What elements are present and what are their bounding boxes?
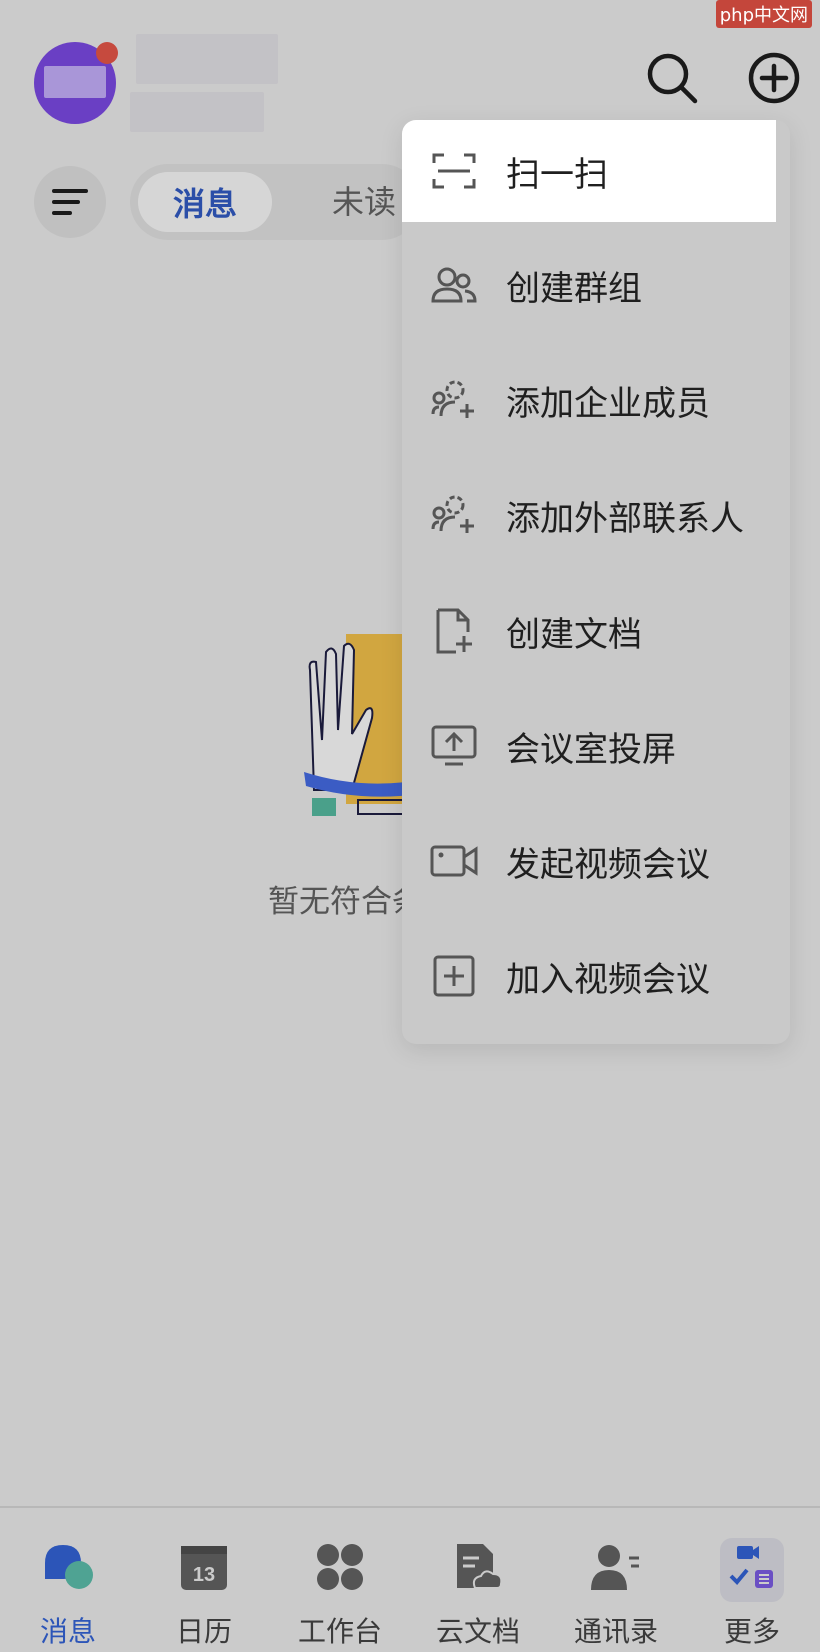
menu-item-create-group[interactable]: 创建群组 (402, 234, 790, 336)
watermark-logo: php中文网 (715, 0, 812, 28)
nav-label: 云文档 (435, 1615, 520, 1648)
menu-item-label: 添加企业成员 (506, 383, 710, 424)
menu-item-label: 扫一扫 (506, 154, 608, 195)
notification-dot (96, 42, 118, 64)
nav-label: 工作台 (297, 1615, 382, 1648)
menu-item-label: 创建群组 (506, 268, 642, 309)
user-name-redacted (136, 34, 278, 84)
nav-item-calendar[interactable]: 13 日历 (136, 1508, 272, 1652)
menu-item-room-screen-share[interactable]: 会议室投屏 (402, 695, 790, 797)
more-icon (725, 1540, 779, 1594)
contacts-icon (589, 1540, 643, 1594)
nav-item-more[interactable]: 更多 (684, 1508, 820, 1652)
message-filter-tabs: 消息 未读 (130, 164, 420, 240)
nav-label: 消息 (39, 1615, 96, 1648)
apps-icon (313, 1540, 367, 1594)
chat-icon (41, 1540, 95, 1594)
nav-item-workbench[interactable]: 工作台 (272, 1508, 408, 1652)
add-dropdown-menu: 扫一扫 创建群组 添加企业成员 添加外部联系人 创建文档 会议室投屏 发起视频会… (402, 120, 790, 1044)
filter-menu-button[interactable] (34, 166, 106, 238)
screen-share-icon (428, 720, 480, 772)
menu-item-create-doc[interactable]: 创建文档 (402, 580, 790, 682)
video-icon (428, 835, 480, 887)
search-icon (647, 53, 698, 104)
menu-item-label: 添加外部联系人 (506, 498, 744, 539)
add-contact-icon (428, 489, 480, 541)
nav-item-messages[interactable]: 消息 (0, 1508, 136, 1652)
nav-label: 通讯录 (573, 1615, 658, 1648)
nav-label: 更多 (723, 1615, 780, 1648)
calendar-date: 13 (193, 1564, 215, 1586)
menu-item-label: 加入视频会议 (506, 959, 710, 1000)
nav-item-contacts[interactable]: 通讯录 (548, 1508, 684, 1652)
menu-item-add-member[interactable]: 添加企业成员 (402, 349, 790, 451)
avatar[interactable] (34, 42, 118, 124)
tab-unread[interactable]: 未读 (332, 178, 396, 226)
menu-item-label: 发起视频会议 (506, 844, 710, 885)
menu-item-label: 会议室投屏 (506, 729, 676, 770)
new-doc-icon (428, 605, 480, 657)
tab-messages[interactable]: 消息 (138, 172, 272, 232)
search-button[interactable] (644, 50, 700, 106)
nav-label: 日历 (175, 1615, 232, 1648)
add-member-icon (428, 374, 480, 426)
menu-item-start-video-meeting[interactable]: 发起视频会议 (402, 810, 790, 912)
calendar-icon: 13 (177, 1540, 231, 1594)
org-name-redacted (130, 92, 264, 132)
nav-item-cloud-docs[interactable]: 云文档 (410, 1508, 546, 1652)
menu-item-scan[interactable]: 扫一扫 (402, 120, 776, 222)
menu-item-label: 创建文档 (506, 614, 642, 655)
bottom-nav: 消息 13 日历 工作台 云文档 通讯录 更多 (0, 1508, 820, 1652)
add-button[interactable] (746, 50, 802, 106)
menu-icon (52, 189, 88, 215)
join-meeting-icon (428, 950, 480, 1002)
menu-item-add-external-contact[interactable]: 添加外部联系人 (402, 464, 790, 566)
avatar-image (44, 66, 106, 98)
plus-circle-icon (748, 52, 800, 104)
scan-icon (428, 145, 480, 197)
group-icon (428, 259, 480, 311)
cloud-doc-icon (451, 1540, 505, 1594)
menu-item-join-video-meeting[interactable]: 加入视频会议 (402, 925, 790, 1027)
